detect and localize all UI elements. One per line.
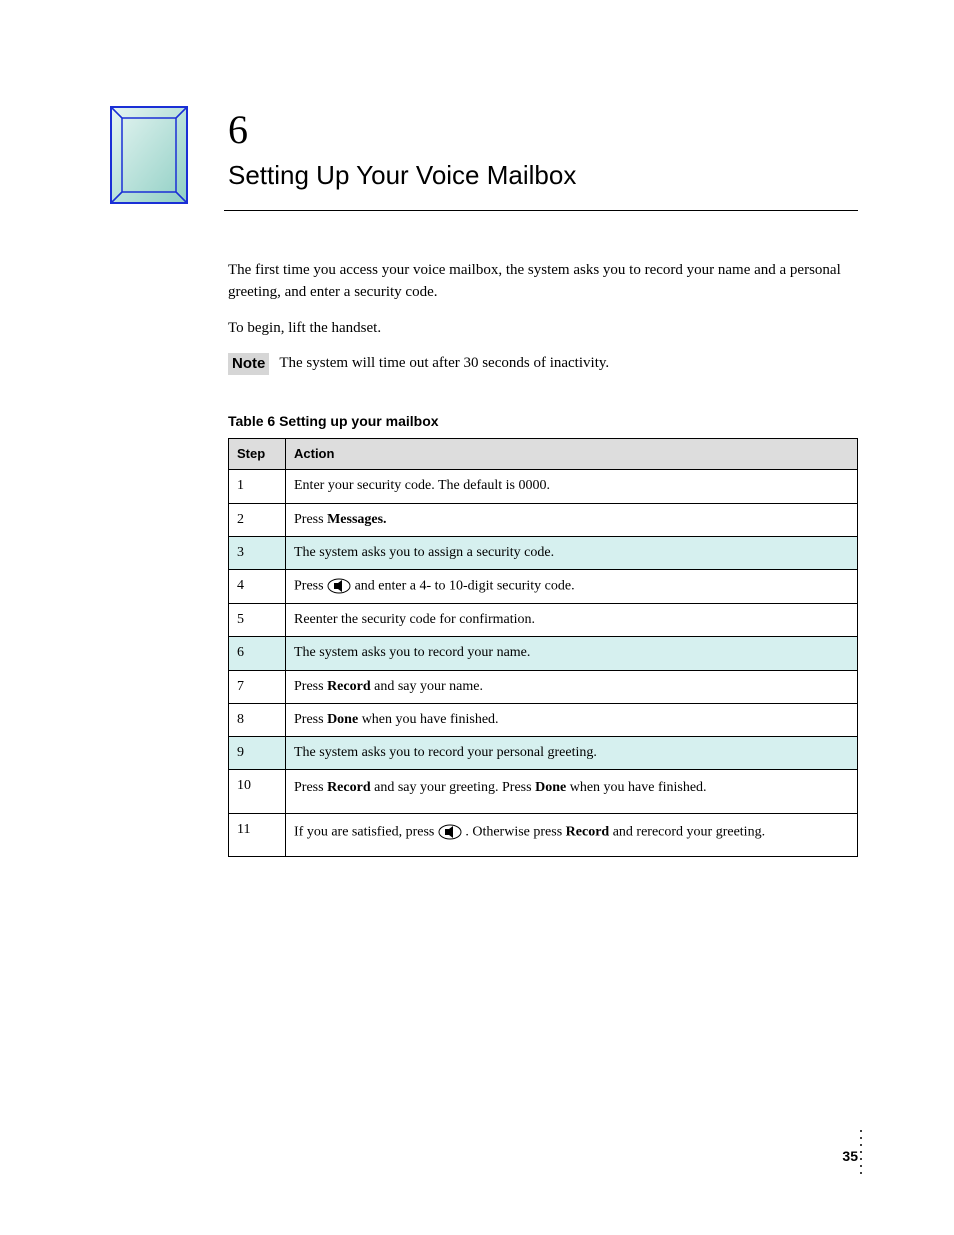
chapter-number: 6 <box>228 106 248 153</box>
step-num: 2 <box>229 503 286 536</box>
step-action: The system asks you to record your perso… <box>286 737 858 770</box>
intro-paragraph-2: To begin, lift the handset. <box>228 318 856 340</box>
col-action: Action <box>286 438 858 470</box>
step-action: Press Record and say your greeting. Pres… <box>286 770 858 813</box>
table-row: 9 The system asks you to record your per… <box>229 737 858 770</box>
table-row: 10 Press Record and say your greeting. P… <box>229 770 858 813</box>
table-row: 2 Press Messages. <box>229 503 858 536</box>
step-num: 10 <box>229 770 286 813</box>
col-step: Step <box>229 438 286 470</box>
step-num: 5 <box>229 603 286 636</box>
step-action: If you are satisfied, press . Otherwise … <box>286 813 858 857</box>
step-action: Reenter the security code for confirmati… <box>286 603 858 636</box>
step-num: 9 <box>229 737 286 770</box>
step-num: 1 <box>229 470 286 503</box>
step-action: Press Messages. <box>286 503 858 536</box>
step-num: 11 <box>229 813 286 857</box>
step-num: 7 <box>229 670 286 703</box>
steps-table: Step Action 1 Enter your security code. … <box>228 438 858 858</box>
step-num: 8 <box>229 703 286 736</box>
speaker-icon <box>438 822 462 842</box>
note-text: The system will time out after 30 second… <box>279 353 856 375</box>
table-row: 7 Press Record and say your name. <box>229 670 858 703</box>
chapter-icon <box>110 106 188 204</box>
table-row: 6 The system asks you to record your nam… <box>229 637 858 670</box>
footer-dots <box>860 1130 862 1174</box>
step-action: The system asks you to record your name. <box>286 637 858 670</box>
table-row: 8 Press Done when you have finished. <box>229 703 858 736</box>
header-rule <box>224 210 858 211</box>
note-label: Note <box>228 353 269 375</box>
chapter-title: Setting Up Your Voice Mailbox <box>228 160 576 191</box>
step-num: 4 <box>229 570 286 604</box>
step-action: Press Done when you have finished. <box>286 703 858 736</box>
step-action: The system asks you to assign a security… <box>286 536 858 569</box>
page-number: 35 <box>842 1148 858 1164</box>
table-row: 4 Press and enter a 4- to 10-digit secur… <box>229 570 858 604</box>
step-num: 6 <box>229 637 286 670</box>
intro-paragraph-1: The first time you access your voice mai… <box>228 260 856 304</box>
step-num: 3 <box>229 536 286 569</box>
table-row: 3 The system asks you to assign a securi… <box>229 536 858 569</box>
speaker-icon <box>327 576 351 596</box>
table-row: 11 If you are satisfied, press . Otherwi… <box>229 813 858 857</box>
table-row: 1 Enter your security code. The default … <box>229 470 858 503</box>
step-action: Enter your security code. The default is… <box>286 470 858 503</box>
table-caption: Table 6 Setting up your mailbox <box>228 411 856 431</box>
table-row: 5 Reenter the security code for confirma… <box>229 603 858 636</box>
note-block: Note The system will time out after 30 s… <box>228 353 856 375</box>
step-action: Press and enter a 4- to 10-digit securit… <box>286 570 858 604</box>
step-action: Press Record and say your name. <box>286 670 858 703</box>
